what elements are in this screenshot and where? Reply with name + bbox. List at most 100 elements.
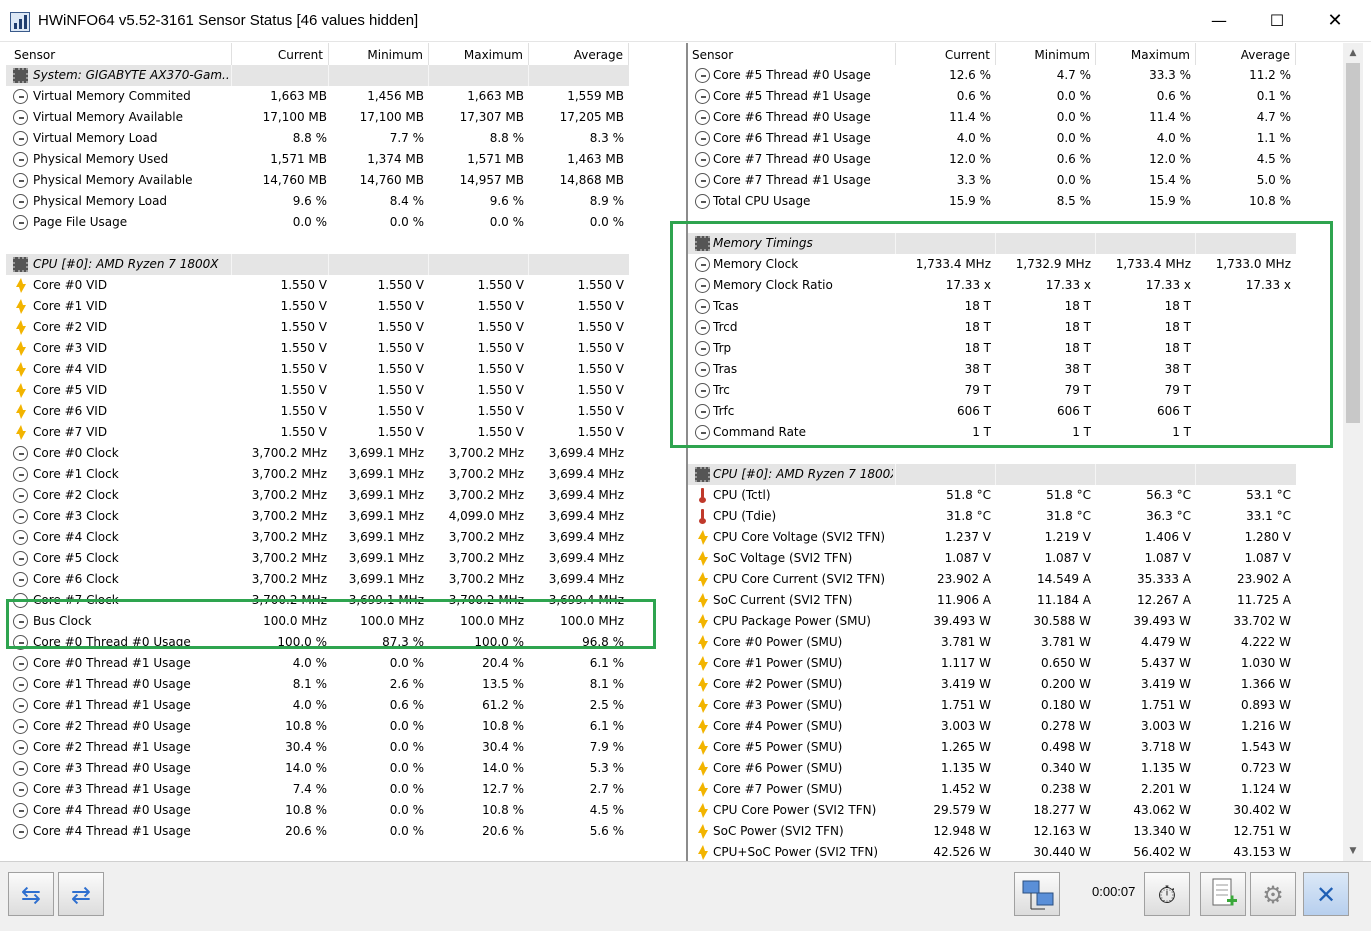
sensor-row[interactable]: Core #4 Thread #0 Usage 10.8 % 0.0 % 10.8 %… — [6, 800, 629, 821]
column-average[interactable]: Average — [529, 43, 629, 65]
sensor-row[interactable]: SoC Current (SVI2 TFN) 11.906 A 11.184 A 12… — [688, 590, 1311, 611]
close-sensors-button[interactable]: ✕ — [1303, 872, 1349, 916]
sensor-row[interactable]: Core #1 Clock 3,700.2 MHz 3,699.1 MHz 3,700… — [6, 464, 629, 485]
vertical-scrollbar[interactable]: ▲ ▼ — [1343, 43, 1363, 861]
column-minimum[interactable]: Minimum — [329, 43, 429, 65]
sensor-row[interactable]: Core #3 Clock 3,700.2 MHz 3,699.1 MHz 4,099… — [6, 506, 629, 527]
sensor-row[interactable]: Trc 79 T 79 T 79 T — [688, 380, 1311, 401]
value-maximum: 35.333 A — [1136, 572, 1191, 586]
network-button[interactable] — [1014, 872, 1060, 916]
logging-button[interactable] — [1200, 872, 1246, 916]
sensor-row[interactable]: Core #7 Thread #0 Usage 12.0 % 0.6 % 12.0 %… — [688, 149, 1311, 170]
sensor-row[interactable]: CPU Core Current (SVI2 TFN) 23.902 A 14.54… — [688, 569, 1311, 590]
sensor-row[interactable]: Core #6 Thread #1 Usage 4.0 % 0.0 % 4.0 % 1.… — [688, 128, 1311, 149]
sensor-row[interactable]: Core #5 VID 1.550 V 1.550 V 1.550 V 1.550 V — [6, 380, 629, 401]
sensor-row[interactable]: Core #1 VID 1.550 V 1.550 V 1.550 V 1.550 V — [6, 296, 629, 317]
sensor-row[interactable]: Virtual Memory Commited 1,663 MB 1,456 MB 1… — [6, 86, 629, 107]
sensor-pane-left[interactable]: Sensor Current Minimum Maximum Average S… — [6, 43, 682, 861]
collapse-button[interactable]: ⇄ — [58, 872, 104, 916]
sensor-row[interactable]: SoC Power (SVI2 TFN) 12.948 W 12.163 W 13.3… — [688, 821, 1311, 842]
minimize-button[interactable]: — — [1190, 0, 1248, 42]
sensor-pane-right[interactable]: Sensor Current Minimum Maximum Average C… — [686, 43, 1362, 861]
sensor-row[interactable]: CPU Core Power (SVI2 TFN) 29.579 W 18.277 … — [688, 800, 1311, 821]
sensor-row[interactable]: Core #1 Power (SMU) 1.117 W 0.650 W 5.437 W… — [688, 653, 1311, 674]
scroll-up-icon[interactable]: ▲ — [1343, 43, 1363, 63]
column-current[interactable]: Current — [896, 43, 996, 65]
sensor-row[interactable]: CPU+SoC Power (SVI2 TFN) 42.526 W 30.440 W… — [688, 842, 1311, 861]
column-average[interactable]: Average — [1196, 43, 1296, 65]
maximize-button[interactable]: ☐ — [1248, 0, 1306, 42]
sensor-row[interactable]: Core #6 VID 1.550 V 1.550 V 1.550 V 1.550 V — [6, 401, 629, 422]
sensor-row[interactable]: Physical Memory Used 1,571 MB 1,374 MB 1,57… — [6, 149, 629, 170]
sensor-row[interactable]: Core #2 Thread #1 Usage 30.4 % 0.0 % 30.4 %… — [6, 737, 629, 758]
sensor-row[interactable]: Core #7 Thread #1 Usage 3.3 % 0.0 % 15.4 % 5… — [688, 170, 1311, 191]
sensor-row[interactable]: Core #3 Power (SMU) 1.751 W 0.180 W 1.751 W… — [688, 695, 1311, 716]
sensor-row[interactable]: Core #5 Clock 3,700.2 MHz 3,699.1 MHz 3,700… — [6, 548, 629, 569]
sensor-row[interactable]: Trcd 18 T 18 T 18 T — [688, 317, 1311, 338]
sensor-row[interactable]: SoC Voltage (SVI2 TFN) 1.087 V 1.087 V 1.08… — [688, 548, 1311, 569]
sensor-row[interactable]: Physical Memory Load 9.6 % 8.4 % 9.6 % 8.9 % — [6, 191, 629, 212]
column-maximum[interactable]: Maximum — [1096, 43, 1196, 65]
sensor-row[interactable]: Core #0 VID 1.550 V 1.550 V 1.550 V 1.550 V — [6, 275, 629, 296]
column-minimum[interactable]: Minimum — [996, 43, 1096, 65]
sensor-group-header[interactable]: Memory Timings — [688, 233, 1296, 254]
sensor-row[interactable]: Bus Clock 100.0 MHz 100.0 MHz 100.0 MHz 100.… — [6, 611, 629, 632]
sensor-row[interactable]: Core #0 Thread #1 Usage 4.0 % 0.0 % 20.4 % 6… — [6, 653, 629, 674]
voltage-icon — [695, 698, 710, 713]
sensor-row[interactable]: Core #5 Thread #1 Usage 0.6 % 0.0 % 0.6 % 0.… — [688, 86, 1311, 107]
sensor-row[interactable]: Core #0 Clock 3,700.2 MHz 3,699.1 MHz 3,700… — [6, 443, 629, 464]
sensor-row[interactable]: Total CPU Usage 15.9 % 8.5 % 15.9 % 10.8 % — [688, 191, 1311, 212]
sensor-row[interactable]: CPU (Tdie) 31.8 °C 31.8 °C 36.3 °C 33.1 °C — [688, 506, 1311, 527]
sensor-row[interactable]: Core #3 VID 1.550 V 1.550 V 1.550 V 1.550 V — [6, 338, 629, 359]
sensor-row[interactable]: Core #6 Power (SMU) 1.135 W 0.340 W 1.135 W… — [688, 758, 1311, 779]
close-window-button[interactable]: ✕ — [1306, 0, 1364, 42]
sensor-row[interactable]: CPU (Tctl) 51.8 °C 51.8 °C 56.3 °C 53.1 °C — [688, 485, 1311, 506]
sensor-row[interactable]: Core #2 Thread #0 Usage 10.8 % 0.0 % 10.8 %… — [6, 716, 629, 737]
sensor-row[interactable]: Core #0 Power (SMU) 3.781 W 3.781 W 4.479 W… — [688, 632, 1311, 653]
scroll-down-icon[interactable]: ▼ — [1343, 841, 1363, 861]
sensor-row[interactable]: Core #2 Clock 3,700.2 MHz 3,699.1 MHz 3,700… — [6, 485, 629, 506]
sensor-row[interactable]: Core #1 Thread #0 Usage 8.1 % 2.6 % 13.5 % 8… — [6, 674, 629, 695]
sensor-row[interactable]: Core #2 Power (SMU) 3.419 W 0.200 W 3.419 W… — [688, 674, 1311, 695]
clock-reset-button[interactable]: ⏱ — [1144, 872, 1190, 916]
sensor-row[interactable]: Page File Usage 0.0 % 0.0 % 0.0 % 0.0 % — [6, 212, 629, 233]
sensor-row[interactable]: Core #7 VID 1.550 V 1.550 V 1.550 V 1.550 V — [6, 422, 629, 443]
sensor-group-header[interactable]: CPU [#0]: AMD Ryzen 7 1800X — [688, 464, 1296, 485]
sensor-row[interactable]: Tras 38 T 38 T 38 T — [688, 359, 1311, 380]
sensor-row[interactable]: Physical Memory Available 14,760 MB 14,760… — [6, 170, 629, 191]
column-maximum[interactable]: Maximum — [429, 43, 529, 65]
column-sensor[interactable]: Sensor — [688, 43, 896, 65]
sensor-row[interactable]: Tcas 18 T 18 T 18 T — [688, 296, 1311, 317]
column-sensor[interactable]: Sensor — [6, 43, 232, 65]
sensor-row[interactable]: Core #4 Thread #1 Usage 20.6 % 0.0 % 20.6 %… — [6, 821, 629, 842]
sensor-row[interactable]: Core #5 Power (SMU) 1.265 W 0.498 W 3.718 W… — [688, 737, 1311, 758]
sensor-row[interactable]: Trp 18 T 18 T 18 T — [688, 338, 1311, 359]
sensor-row[interactable]: Core #1 Thread #1 Usage 4.0 % 0.6 % 61.2 % 2… — [6, 695, 629, 716]
sensor-row[interactable]: Core #5 Thread #0 Usage 12.6 % 4.7 % 33.3 %… — [688, 65, 1311, 86]
sensor-row[interactable]: Core #7 Power (SMU) 1.452 W 0.238 W 2.201 W… — [688, 779, 1311, 800]
sensor-row[interactable]: Core #4 VID 1.550 V 1.550 V 1.550 V 1.550 V — [6, 359, 629, 380]
sensor-row[interactable]: CPU Core Voltage (SVI2 TFN) 1.237 V 1.219 … — [688, 527, 1311, 548]
sensor-row[interactable]: Core #4 Clock 3,700.2 MHz 3,699.1 MHz 3,700… — [6, 527, 629, 548]
sensor-row[interactable]: Core #4 Power (SMU) 3.003 W 0.278 W 3.003 W… — [688, 716, 1311, 737]
sensor-row[interactable]: Virtual Memory Load 8.8 % 7.7 % 8.8 % 8.3 % — [6, 128, 629, 149]
sensor-row[interactable]: CPU Package Power (SMU) 39.493 W 30.588 W 3… — [688, 611, 1311, 632]
sensor-row[interactable]: Core #2 VID 1.550 V 1.550 V 1.550 V 1.550 V — [6, 317, 629, 338]
sensor-row[interactable]: Core #6 Thread #0 Usage 11.4 % 0.0 % 11.4 %… — [688, 107, 1311, 128]
sensor-row[interactable]: Command Rate 1 T 1 T 1 T — [688, 422, 1311, 443]
scroll-thumb[interactable] — [1346, 63, 1360, 423]
sensor-row[interactable]: Memory Clock 1,733.4 MHz 1,732.9 MHz 1,733.… — [688, 254, 1311, 275]
column-current[interactable]: Current — [232, 43, 329, 65]
sensor-row[interactable]: Core #3 Thread #1 Usage 7.4 % 0.0 % 12.7 % 2… — [6, 779, 629, 800]
sensor-row[interactable]: Core #3 Thread #0 Usage 14.0 % 0.0 % 14.0 %… — [6, 758, 629, 779]
sensor-row[interactable]: Virtual Memory Available 17,100 MB 17,100 … — [6, 107, 629, 128]
sensor-row[interactable]: Memory Clock Ratio 17.33 x 17.33 x 17.33 x 1… — [688, 275, 1311, 296]
sensor-row[interactable]: Core #6 Clock 3,700.2 MHz 3,699.1 MHz 3,700… — [6, 569, 629, 590]
expand-button[interactable]: ⇆ — [8, 872, 54, 916]
sensor-row[interactable]: Trfc 606 T 606 T 606 T — [688, 401, 1311, 422]
settings-button[interactable]: ⚙ — [1250, 872, 1296, 916]
sensor-row[interactable]: Core #7 Clock 3,700.2 MHz 3,699.1 MHz 3,700… — [6, 590, 629, 611]
sensor-group-header[interactable]: CPU [#0]: AMD Ryzen 7 1800X — [6, 254, 629, 275]
sensor-row[interactable]: Core #0 Thread #0 Usage 100.0 % 87.3 % 100.… — [6, 632, 629, 653]
sensor-group-header[interactable]: System: GIGABYTE AX370-Gam... — [6, 65, 629, 86]
